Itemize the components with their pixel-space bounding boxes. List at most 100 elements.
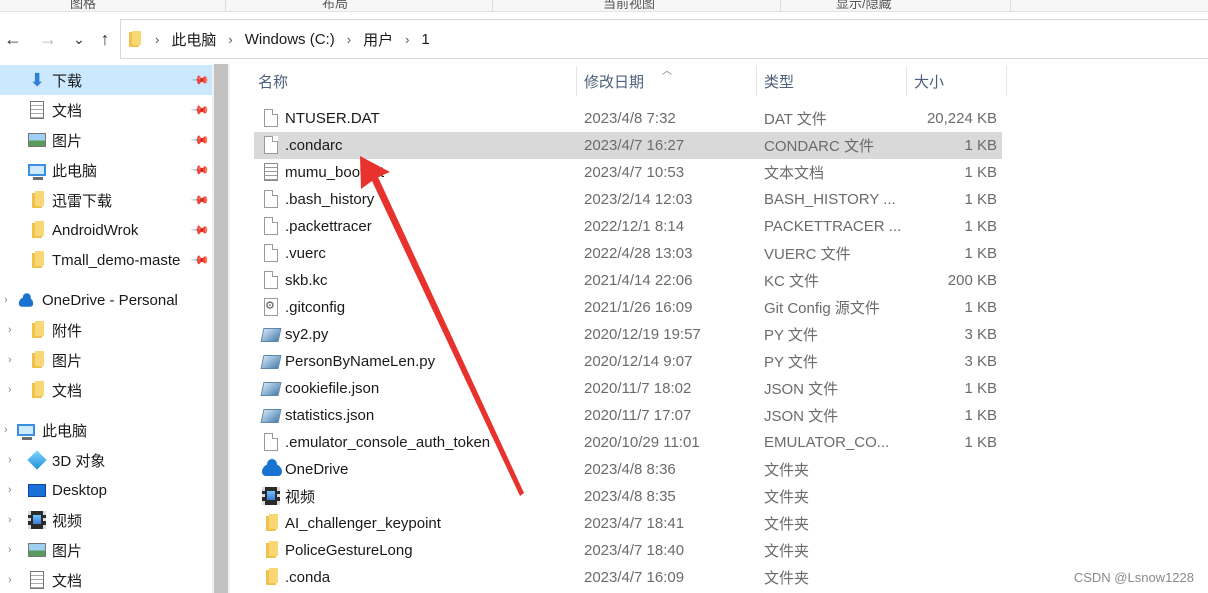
- back-button[interactable]: ←: [2, 14, 24, 64]
- nav-item-androidwrok[interactable]: AndroidWrok 📌: [0, 215, 212, 245]
- breadcrumb-drive-c[interactable]: Windows (C:): [245, 31, 335, 48]
- file-type: BASH_HISTORY ...: [764, 191, 896, 208]
- expand-chevron-icon[interactable]: ›: [8, 484, 12, 496]
- file-row[interactable]: mumu_boot.txt 2023/4/7 10:53 文本文档 1 KB: [254, 159, 1002, 186]
- file-size: [909, 483, 997, 510]
- breadcrumb-users[interactable]: 用户: [363, 29, 393, 50]
- file-row[interactable]: ⚙ .gitconfig 2021/1/26 16:09 Git Config 源文件…: [254, 294, 1002, 321]
- nav-item-downloads[interactable]: ⬇ 下载 📌: [0, 65, 212, 95]
- file-modified-date: 2023/4/8 8:36: [584, 461, 676, 478]
- python-file-icon: [260, 406, 282, 425]
- file-modified-date: 2020/11/7 18:02: [584, 380, 692, 397]
- file-name: .packettracer: [285, 218, 372, 235]
- column-header-type[interactable]: 类型: [764, 64, 794, 98]
- file-row[interactable]: AI_challenger_keypoint 2023/4/7 18:41 文件夹: [254, 510, 1002, 537]
- file-row[interactable]: cookiefile.json 2020/11/7 18:02 JSON 文件 1 K…: [254, 375, 1002, 402]
- expand-chevron-icon[interactable]: ›: [8, 514, 12, 526]
- nav-item-label: OneDrive - Personal: [42, 291, 178, 309]
- file-row[interactable]: statistics.json 2020/11/7 17:07 JSON 文件 1 K…: [254, 402, 1002, 429]
- file-icon: [262, 433, 280, 452]
- expand-chevron-icon[interactable]: ›: [8, 544, 12, 556]
- file-type: CONDARC 文件: [764, 138, 875, 155]
- column-separator[interactable]: [1006, 66, 1007, 96]
- nav-item-pc-pictures[interactable]: › 图片: [0, 535, 212, 565]
- nav-item-documents[interactable]: 文档 📌: [0, 95, 212, 125]
- expand-chevron-icon[interactable]: ›: [4, 424, 8, 436]
- nav-item-xunlei[interactable]: 迅雷下载 📌: [0, 185, 212, 215]
- file-row[interactable]: .emulator_console_auth_token 2020/10/29 1…: [254, 429, 1002, 456]
- address-bar[interactable]: › 此电脑 › Windows (C:) › 用户 › 1: [120, 19, 1208, 59]
- scrollbar-thumb[interactable]: [214, 64, 228, 593]
- expand-chevron-icon[interactable]: ›: [8, 384, 12, 396]
- file-modified-date: 2023/4/7 16:27: [584, 137, 685, 154]
- column-separator[interactable]: [906, 66, 907, 96]
- expand-chevron-icon[interactable]: ›: [8, 354, 12, 366]
- file-row[interactable]: PersonByNameLen.py 2020/12/14 9:07 PY 文件 3 …: [254, 348, 1002, 375]
- nav-item-this-pc[interactable]: › 此电脑: [0, 415, 212, 445]
- file-type: PY 文件: [764, 354, 818, 371]
- nav-item-onedrive-pictures[interactable]: › 图片: [0, 345, 212, 375]
- up-button[interactable]: ↑: [94, 14, 116, 64]
- column-separator[interactable]: [756, 66, 757, 96]
- navigation-pane-scrollbar[interactable]: [212, 64, 230, 593]
- expand-chevron-icon[interactable]: ›: [4, 294, 8, 306]
- folder-icon: [28, 351, 46, 369]
- nav-item-label: 此电脑: [42, 422, 88, 440]
- file-size: 1 KB: [964, 407, 997, 424]
- file-row[interactable]: sy2.py 2020/12/19 19:57 PY 文件 3 KB: [254, 321, 1002, 348]
- nav-item-videos[interactable]: › 视频: [0, 505, 212, 535]
- file-type: PY 文件: [764, 327, 818, 344]
- folder-icon: [28, 381, 46, 399]
- breadcrumb-user-1[interactable]: 1: [421, 31, 429, 48]
- file-row[interactable]: NTUSER.DAT 2023/4/8 7:32 DAT 文件 20,224 KB: [254, 105, 1002, 132]
- nav-item-desktop[interactable]: › Desktop: [0, 475, 212, 505]
- nav-item-this-pc-pinned[interactable]: 此电脑 📌: [0, 155, 212, 185]
- nav-item-onedrive[interactable]: › OneDrive - Personal: [0, 285, 212, 315]
- nav-item-tmall-demo[interactable]: Tmall_demo-maste 📌: [0, 245, 212, 275]
- file-row[interactable]: .vuerc 2022/4/28 13:03 VUERC 文件 1 KB: [254, 240, 1002, 267]
- file-row[interactable]: .conda 2023/4/7 16:09 文件夹: [254, 564, 1002, 591]
- computer-icon: [17, 421, 35, 440]
- column-header-date[interactable]: 修改日期: [584, 64, 644, 98]
- file-size: 1 KB: [964, 218, 997, 235]
- nav-item-3d-objects[interactable]: › 3D 对象: [0, 445, 212, 475]
- pictures-icon: [28, 541, 46, 559]
- file-row[interactable]: .packettracer 2022/12/1 8:14 PACKETTRACER …: [254, 213, 1002, 240]
- file-row[interactable]: PoliceGestureLong 2023/4/7 18:40 文件夹: [254, 537, 1002, 564]
- expand-chevron-icon[interactable]: ›: [8, 574, 12, 586]
- nav-item-pc-documents[interactable]: › 文档: [0, 565, 212, 593]
- nav-item-label: 此电脑: [52, 162, 98, 180]
- nav-item-onedrive-attachments[interactable]: › 附件: [0, 315, 212, 345]
- file-name: OneDrive: [285, 461, 349, 478]
- ribbon-group-label: 当前视图: [603, 0, 656, 11]
- folder-icon: [262, 541, 280, 560]
- chevron-right-icon[interactable]: ›: [155, 32, 159, 47]
- chevron-right-icon[interactable]: ›: [347, 32, 351, 47]
- file-size: 1 KB: [964, 299, 997, 316]
- breadcrumb-this-pc[interactable]: 此电脑: [171, 29, 216, 50]
- file-row[interactable]: 视频 2023/4/8 8:35 文件夹: [254, 483, 1002, 510]
- recent-locations-button[interactable]: ⌄: [70, 14, 88, 64]
- nav-item-label: 视频: [52, 512, 83, 530]
- file-name: .condarc: [285, 137, 343, 154]
- expand-chevron-icon[interactable]: ›: [8, 454, 12, 466]
- nav-item-label: Desktop: [52, 481, 108, 499]
- file-row[interactable]: .bash_history 2023/2/14 12:03 BASH_HISTORY…: [254, 186, 1002, 213]
- column-header-name[interactable]: 名称: [258, 64, 288, 98]
- videos-icon: [28, 511, 46, 529]
- file-name: mumu_boot.txt: [285, 164, 385, 181]
- nav-item-onedrive-documents[interactable]: › 文档: [0, 375, 212, 405]
- nav-item-pictures[interactable]: 图片 📌: [0, 125, 212, 155]
- column-separator[interactable]: [576, 66, 577, 96]
- file-modified-date: 2020/12/19 19:57: [584, 326, 701, 343]
- file-size: 200 KB: [947, 272, 997, 289]
- column-header-size[interactable]: 大小: [914, 64, 944, 98]
- file-row[interactable]: .condarc 2023/4/7 16:27 CONDARC 文件 1 KB: [254, 132, 1002, 159]
- chevron-right-icon[interactable]: ›: [228, 32, 232, 47]
- file-row[interactable]: skb.kc 2021/4/14 22:06 KC 文件 200 KB: [254, 267, 1002, 294]
- file-row[interactable]: OneDrive 2023/4/8 8:36 文件夹: [254, 456, 1002, 483]
- expand-chevron-icon[interactable]: ›: [8, 324, 12, 336]
- forward-button[interactable]: →: [36, 14, 60, 64]
- ribbon-separator: [225, 0, 226, 11]
- chevron-right-icon[interactable]: ›: [405, 32, 409, 47]
